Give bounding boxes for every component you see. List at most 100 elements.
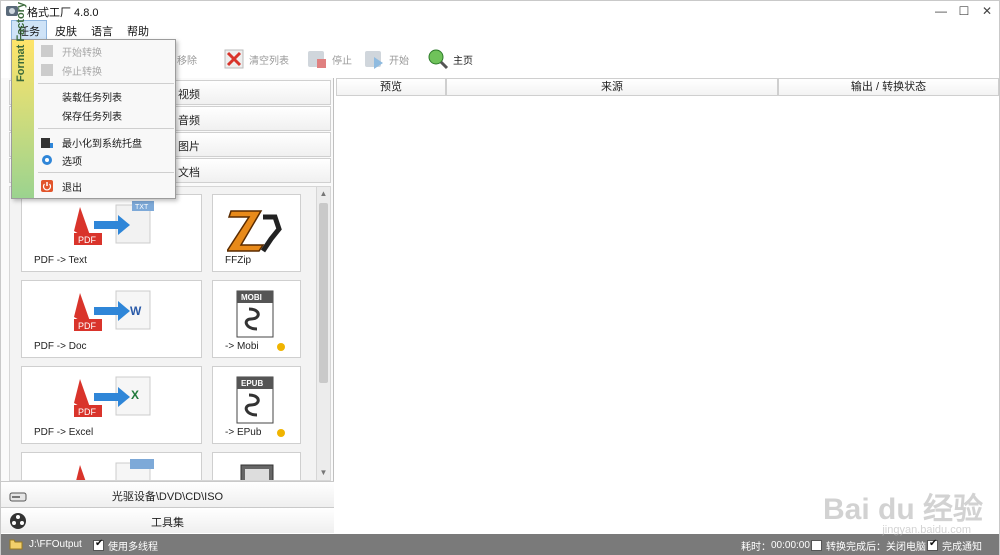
tile-pdf-to-doc-label: PDF -> Doc (34, 341, 87, 352)
tile-pdf-to-doc[interactable]: PDF W PDF -> Doc (21, 280, 202, 358)
remove-button[interactable]: 移除 (177, 47, 197, 71)
menu-minimize-tray[interactable]: 最小化到系统托盘 (34, 133, 175, 151)
start-button[interactable]: 开始 (363, 47, 409, 71)
stop-button[interactable]: 停止 (306, 47, 352, 71)
power-icon (41, 180, 53, 192)
gear-icon (41, 45, 53, 57)
stop-icon (41, 64, 53, 76)
category-document-label: 文档 (178, 167, 200, 179)
column-output-status[interactable]: 输出 / 转换状态 (778, 78, 999, 96)
menu-bar: 任务 皮肤 语言 帮助 (1, 20, 999, 42)
scroll-down-icon[interactable]: ▼ (317, 466, 330, 480)
menu-side-text: Format Factory (15, 1, 27, 82)
optical-drive-label: 光驱设备\DVD\CD\ISO (111, 491, 224, 503)
tile-pdf-to-html[interactable] (21, 452, 202, 480)
menu-skin[interactable]: 皮肤 (49, 21, 83, 41)
pdf-to-text-icon: PDF TXT (74, 201, 154, 245)
after-convert-checkbox[interactable] (811, 540, 822, 551)
pdf-to-excel-icon: PDF X (74, 376, 151, 417)
menu-start-convert-label: 开始转换 (62, 47, 102, 59)
scroll-thumb[interactable] (319, 203, 328, 383)
app-window: 格式工厂 4.8.0 — ☐ ✕ 任务 皮肤 语言 帮助 移除 清空列表 停止 (0, 0, 1000, 555)
menu-save-task-list-label: 保存任务列表 (62, 111, 122, 123)
notify-option[interactable]: 完成通知 (927, 538, 982, 553)
menu-separator (38, 128, 174, 129)
menu-separator (38, 83, 174, 84)
category-tools[interactable]: 工具集 (1, 507, 334, 533)
menu-save-task-list[interactable]: 保存任务列表 (34, 106, 175, 124)
scroll-up-icon[interactable]: ▲ (317, 187, 330, 201)
after-convert-option[interactable]: 转换完成后：关闭电脑 (811, 538, 926, 553)
svg-text:PDF: PDF (78, 407, 97, 417)
svg-text:X: X (131, 388, 139, 402)
clear-list-label: 清空列表 (249, 55, 289, 67)
ebook-reader-icon (240, 464, 274, 480)
tiles-scrollbar[interactable]: ▲ ▼ (316, 187, 330, 480)
menu-exit[interactable]: 退出 (34, 177, 175, 195)
menu-stop-convert[interactable]: 停止转换 (34, 61, 175, 79)
globe-search-icon (428, 49, 449, 70)
clear-icon (224, 49, 244, 69)
menu-load-task-list-label: 装载任务列表 (62, 92, 122, 104)
elapsed-time: 耗时： 00:00:00 (741, 538, 810, 553)
category-image-label: 图片 (178, 141, 200, 153)
close-button[interactable]: ✕ (971, 1, 1000, 21)
svg-text:PDF: PDF (78, 321, 97, 331)
pdf-to-doc-icon: PDF W (74, 290, 151, 331)
menu-options[interactable]: 选项 (34, 151, 175, 169)
multithread-checkbox[interactable] (93, 538, 104, 551)
menu-side-banner: Format Factory (12, 2, 34, 198)
title-bar: 格式工厂 4.8.0 — ☐ ✕ (1, 1, 999, 21)
options-icon (42, 155, 52, 165)
status-dot (277, 343, 285, 351)
column-source[interactable]: 来源 (446, 78, 778, 96)
notify-checkbox[interactable] (927, 538, 938, 551)
stop-icon (308, 51, 326, 68)
baidu-watermark-url: jingyan.baidu.com (882, 524, 971, 536)
baidu-watermark: Bai du 经验 (822, 493, 983, 526)
tile-pdf-to-text[interactable]: PDF TXT PDF -> Text (21, 194, 202, 272)
tile-epub-label: -> EPub (225, 427, 262, 438)
category-audio-label: 音频 (178, 115, 200, 127)
tools-label: 工具集 (151, 517, 184, 529)
tile-pdf-to-text-label: PDF -> Text (34, 255, 87, 266)
tile-pdf-to-excel[interactable]: PDF X PDF -> Excel (21, 366, 202, 444)
menu-exit-label: 退出 (62, 182, 82, 194)
svg-text:W: W (130, 304, 142, 318)
menu-language[interactable]: 语言 (85, 21, 119, 41)
tile-ffzip-label: FFZip (225, 255, 252, 266)
menu-load-task-list[interactable]: 装载任务列表 (34, 87, 175, 105)
menu-start-convert[interactable]: 开始转换 (34, 42, 175, 60)
svg-text:TXT: TXT (135, 204, 149, 211)
svg-text:EPUB: EPUB (241, 379, 263, 388)
category-optical-drive[interactable]: 光驱设备\DVD\CD\ISO (1, 481, 334, 507)
home-button[interactable]: 主页 (427, 47, 473, 71)
column-preview[interactable]: 预览 (336, 78, 446, 96)
notify-label: 完成通知 (942, 542, 982, 553)
tile-epub[interactable]: EPUB -> EPub (212, 366, 301, 444)
status-dot (277, 429, 285, 437)
tile-mobi[interactable]: MOBI -> Mobi (212, 280, 301, 358)
svg-text:PDF: PDF (78, 235, 97, 245)
menu-minimize-tray-label: 最小化到系统托盘 (62, 138, 142, 150)
tile-ffzip[interactable]: FFZip (212, 194, 301, 272)
window-title: 格式工厂 4.8.0 (27, 7, 99, 19)
start-icon (365, 51, 383, 69)
task-menu-dropdown: Format Factory 开始转换 停止转换 装载任务列表 保存任务列表 最… (11, 2, 176, 199)
category-video-label: 视频 (178, 89, 200, 101)
output-folder[interactable]: J:\FFOutput (9, 538, 82, 550)
task-list[interactable]: 预览 来源 输出 / 转换状态 (336, 78, 999, 533)
folder-icon (9, 539, 23, 550)
epub-icon: EPUB (236, 376, 274, 424)
stop-label: 停止 (332, 55, 352, 67)
remove-label: 移除 (177, 55, 197, 67)
multithread-label: 使用多线程 (108, 542, 158, 553)
menu-help[interactable]: 帮助 (121, 21, 155, 41)
document-tools-grid: PDF TXT PDF -> Text FFZip PDF W PDF -> D… (9, 186, 331, 481)
ffzip-icon (227, 210, 282, 253)
home-label: 主页 (453, 55, 473, 67)
tray-icon (41, 138, 53, 148)
tile-ebook[interactable] (212, 452, 301, 480)
multithread-option[interactable]: 使用多线程 (93, 538, 158, 553)
clear-list-button[interactable]: 清空列表 (223, 47, 289, 71)
